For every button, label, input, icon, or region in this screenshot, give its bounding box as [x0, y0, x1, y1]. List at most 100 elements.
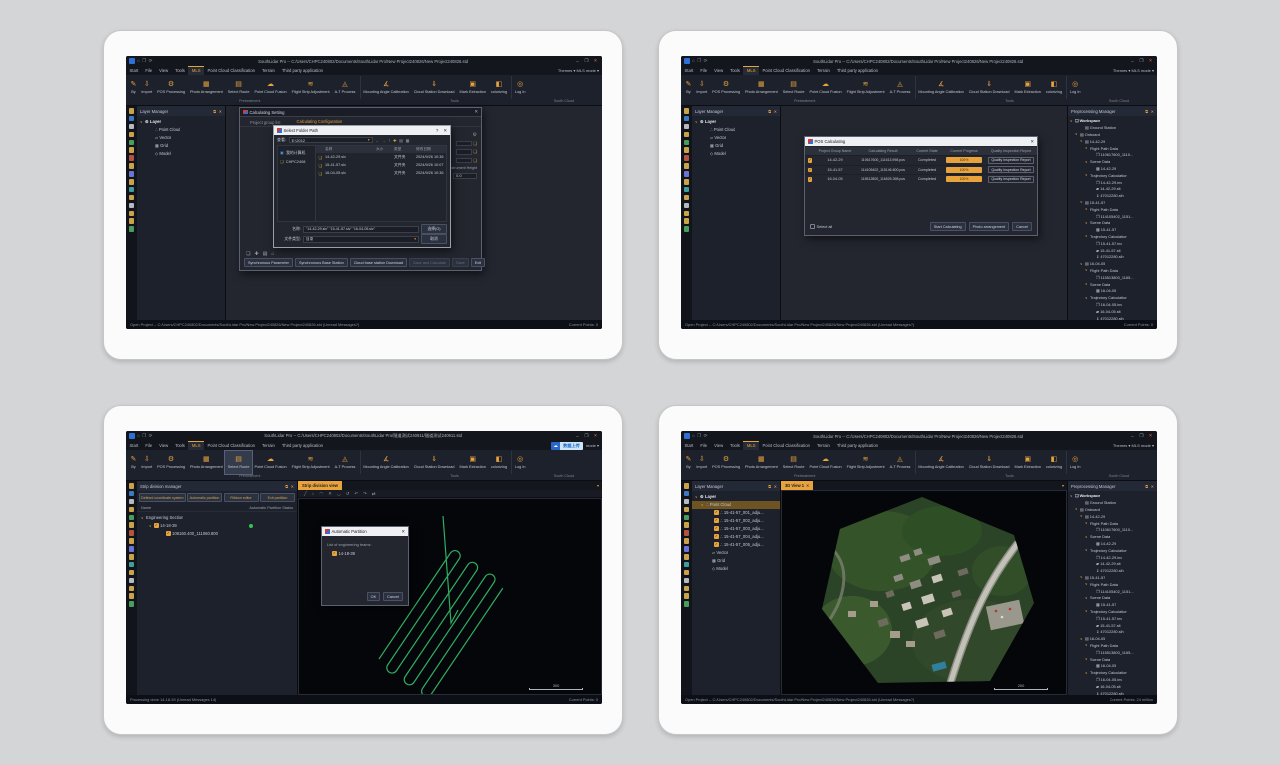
float-panel-icon[interactable]: ⧉ — [1145, 109, 1148, 114]
side-tool-icon[interactable] — [129, 538, 135, 544]
preproc-tree-item[interactable]: ✓❐ 114105402_1151... — [1068, 213, 1157, 220]
ribbon-button[interactable]: ≋Flight Strip Adjustment — [289, 76, 332, 99]
side-tool-icon[interactable] — [129, 593, 135, 599]
preproc-tree-item[interactable]: ∨✓Flight Path Data — [1068, 145, 1157, 152]
preproc-tree-item[interactable]: ✓❐ 15-41-57.inv — [1068, 240, 1157, 247]
menu-item[interactable]: Point Cloud Classification — [204, 66, 258, 75]
titlebar-tool-icon[interactable]: ⟳ — [149, 58, 153, 64]
draw-tool-icon[interactable]: ↺ — [346, 491, 350, 497]
menu-item[interactable]: Start — [681, 66, 697, 75]
dialog-button[interactable]: Photo arrangement — [969, 222, 1010, 231]
preproc-tree-item[interactable]: ∨✓Flight Path Data — [1068, 206, 1157, 213]
ribbon-button[interactable]: ☁Point Cloud Fusion — [252, 76, 289, 99]
draw-tool-icon[interactable]: ⇄ — [372, 491, 376, 497]
preproc-tree-item[interactable]: ✓⇓ 47012280.slh — [1068, 192, 1157, 199]
ribbon-button[interactable]: ◧colorizing — [1043, 451, 1064, 474]
ribbon-button[interactable]: ▤Select Route — [225, 76, 252, 99]
preproc-tree-item[interactable]: ∨✓Scene Data — [1068, 594, 1157, 601]
preproc-tree-item[interactable]: ∨✓▤ 16-04-05 — [1068, 260, 1157, 267]
checkbox[interactable]: ✓ — [166, 531, 171, 536]
draw-tool-icon[interactable]: ↶ — [354, 491, 358, 497]
menu-item[interactable]: File — [142, 441, 156, 450]
ribbon-button[interactable]: ≋Flight Strip Adjustment — [844, 76, 887, 99]
menu-item[interactable]: MLS — [188, 441, 204, 450]
close-panel-icon[interactable]: ✕ — [774, 484, 777, 489]
ribbon-button[interactable]: ✎By — [683, 451, 694, 474]
menu-item[interactable]: Terrain — [259, 441, 279, 450]
file-row[interactable]: ❏15-41-57.slv文件夹2024/9/26 10:07 — [316, 161, 446, 169]
menu-right[interactable]: Themes ▾ MLS mode ▾ — [1113, 441, 1157, 450]
preproc-tree-item[interactable]: ∨✓▤ Onboard — [1068, 506, 1157, 513]
side-tool-icon[interactable] — [129, 155, 135, 161]
menu-item[interactable]: Point Cloud Classification — [759, 66, 813, 75]
side-tool-icon[interactable] — [684, 546, 690, 552]
dialog-button[interactable]: Start Calculating — [930, 222, 966, 231]
side-tool-icon[interactable] — [129, 195, 135, 201]
titlebar-tool-icon[interactable]: ⌂ — [137, 58, 140, 64]
list-tool-icon[interactable]: ✚ — [254, 251, 258, 257]
ribbon-button[interactable]: ∡Mounting Angle Calibration — [360, 451, 411, 474]
ribbon-button[interactable]: ▤Select Route — [225, 451, 252, 474]
ribbon-button[interactable]: ∡Mounting Angle Calibration — [360, 76, 411, 99]
side-tool-icon[interactable] — [129, 116, 135, 122]
checkbox-checked[interactable]: ✓ — [808, 168, 813, 173]
side-tool-icon[interactable] — [684, 562, 690, 568]
side-tool-icon[interactable] — [684, 499, 690, 505]
data-upload-button[interactable]: ☁数据上传 — [551, 442, 583, 450]
checkbox-checked[interactable]: ✓ — [808, 158, 813, 163]
cancel-button[interactable]: 取消 — [421, 234, 447, 244]
preproc-tree-item[interactable]: ∨✓Flight Path Data — [1068, 642, 1157, 649]
sdm-button[interactable]: Automatic partition — [187, 493, 222, 502]
ribbon-button[interactable]: ▤Select Route — [780, 76, 807, 99]
sdm-button[interactable]: Exit partition — [260, 493, 295, 502]
preproc-tree-item[interactable]: ✓❐ 115513800_1165... — [1068, 274, 1157, 281]
close-icon[interactable]: ✕ — [1147, 58, 1154, 64]
preproc-tree-item[interactable]: ✓❐ 15-41-57.inv — [1068, 615, 1157, 622]
preproc-tree-item[interactable]: ✓❐ 110617600_1110... — [1068, 151, 1157, 158]
place-item[interactable]: ❏CHPC2408 — [278, 157, 315, 166]
float-panel-icon[interactable]: ⧉ — [213, 109, 216, 114]
preproc-tree-item[interactable]: ✓⇓ 47012280.slh — [1068, 628, 1157, 635]
side-tool-icon[interactable] — [684, 538, 690, 544]
menu-item[interactable]: Third party application — [833, 441, 881, 450]
place-item[interactable]: ▣我的计算机 — [278, 148, 315, 157]
menu-item[interactable]: MLS — [743, 66, 759, 75]
side-tool-icon[interactable] — [129, 140, 135, 146]
preproc-tree-item[interactable]: ✓❐ 16-04-05.inv — [1068, 301, 1157, 308]
maximize-icon[interactable]: ❐ — [1138, 58, 1145, 64]
side-tool-icon[interactable] — [684, 554, 690, 560]
side-tool-icon[interactable] — [684, 601, 690, 607]
ribbon-button[interactable]: ▣Mark Extraction — [1012, 451, 1043, 474]
close-icon[interactable]: ✕ — [1147, 433, 1154, 439]
close-icon[interactable]: ✕ — [592, 58, 599, 64]
path-combo[interactable]: E:\2012▾ — [289, 137, 373, 144]
menu-right[interactable]: Themes ▾ MLS mode ▾ — [1113, 66, 1157, 75]
3d-view-tab[interactable]: 3D View 1✕ — [781, 481, 813, 490]
instrument-height-field[interactable]: 0.0 — [453, 173, 477, 179]
preproc-tree-item[interactable]: ✓❐ 114105402_1151... — [1068, 588, 1157, 595]
menu-item[interactable]: Point Cloud Classification — [204, 441, 258, 450]
layer-tree-item[interactable]: ∨✓⚙ Layer — [692, 493, 780, 501]
titlebar-tool-icon[interactable]: ⌂ — [692, 58, 695, 64]
titlebar-tool-icon[interactable]: ⟳ — [704, 433, 708, 439]
preproc-tree-item[interactable]: ✓⇓ 47012280.slh — [1068, 315, 1157, 320]
list-tool-icon[interactable]: ▤ — [263, 251, 268, 257]
layer-tree-item[interactable]: ✓∴ 15-41-57_004_adju... — [692, 533, 780, 541]
menu-item[interactable]: Third party application — [278, 441, 326, 450]
ribbon-button[interactable]: ⇩Import — [694, 76, 710, 99]
ribbon-button[interactable]: ☁Point Cloud Fusion — [252, 451, 289, 474]
menu-item[interactable]: File — [142, 66, 156, 75]
layer-tree-item[interactable]: ✓▦ Grid — [692, 142, 780, 150]
ribbon-button[interactable]: ◎Log In — [1066, 451, 1083, 474]
preproc-tree-item[interactable]: ✓▦ 15-41-57 — [1068, 601, 1157, 608]
titlebar-tool-icon[interactable]: ❐ — [697, 58, 701, 64]
side-tool-icon[interactable] — [129, 562, 135, 568]
menu-item[interactable]: Third party application — [833, 66, 881, 75]
ribbon-button[interactable]: ◎Log In — [511, 451, 528, 474]
nav-icon[interactable]: ▦ — [406, 138, 410, 143]
side-tool-icon[interactable] — [684, 163, 690, 169]
ribbon-button[interactable]: ☁Point Cloud Fusion — [807, 76, 844, 99]
dialog-button[interactable]: Cancel — [1012, 222, 1032, 231]
ribbon-button[interactable]: ⚙POS Processing — [710, 76, 743, 99]
ribbon-button[interactable]: ✎By — [683, 76, 694, 99]
